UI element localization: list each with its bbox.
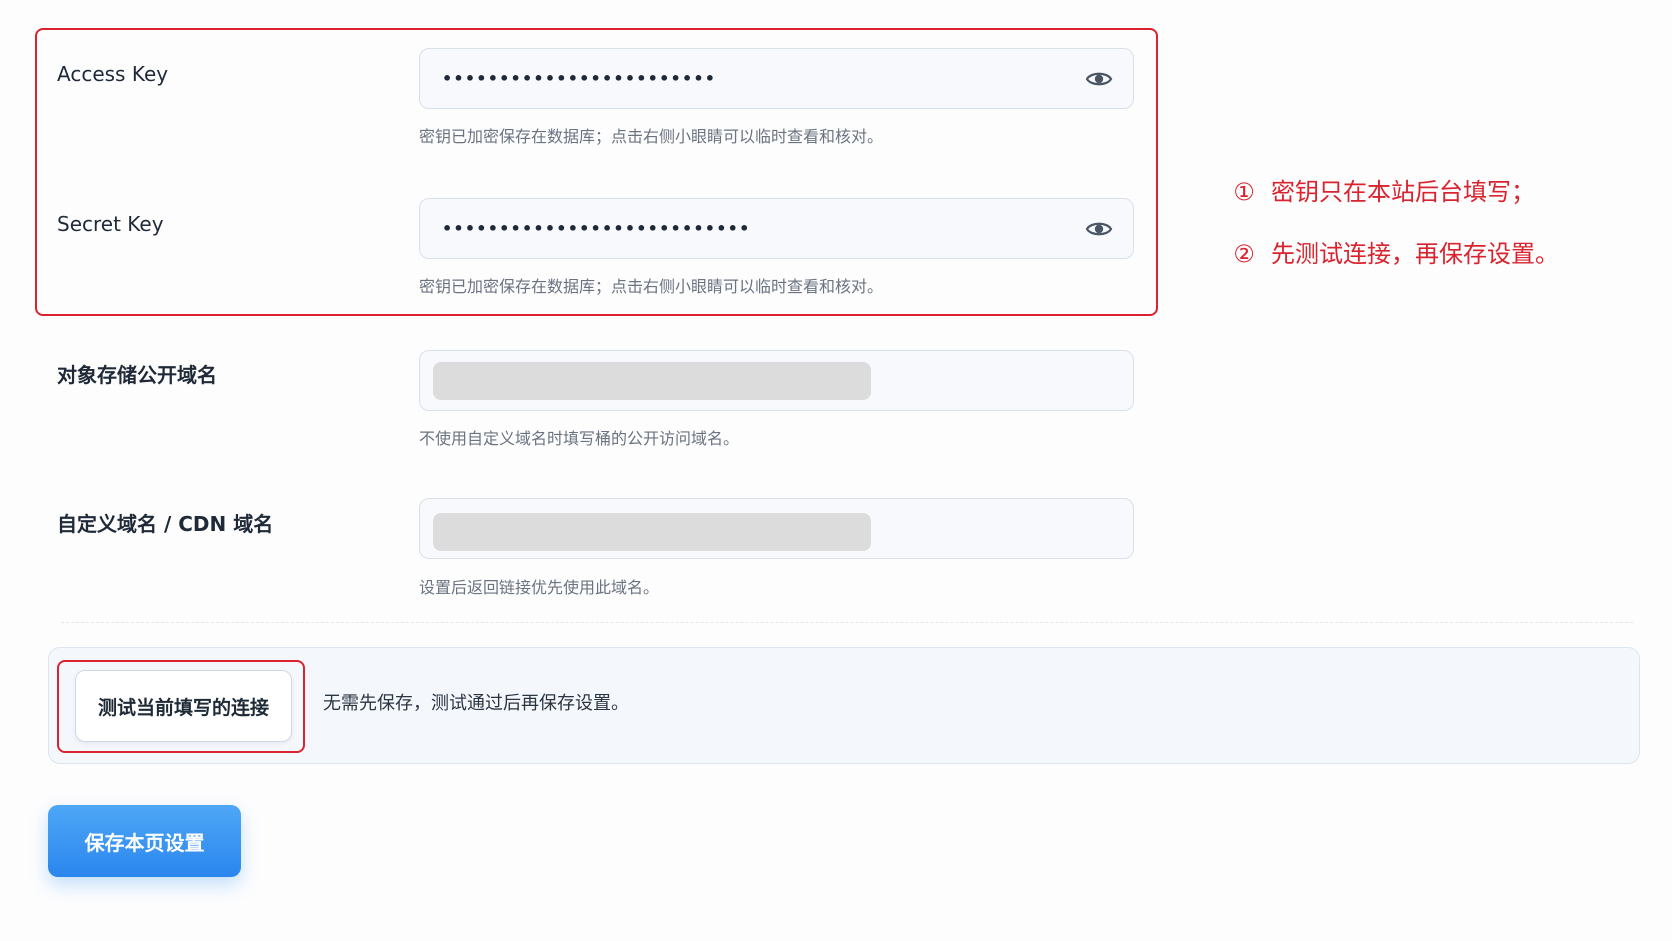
- access-key-label: Access Key: [57, 62, 169, 86]
- redacted-value-bar: [433, 513, 871, 551]
- annotation-2: ② 先测试连接，再保存设置。: [1229, 238, 1559, 270]
- annotation-text: 先测试连接，再保存设置。: [1271, 240, 1559, 268]
- access-key-input[interactable]: ••••••••••••••••••••••••: [419, 48, 1134, 109]
- save-settings-button[interactable]: 保存本页设置: [48, 805, 241, 877]
- secret-key-input[interactable]: •••••••••••••••••••••••••••: [419, 198, 1134, 259]
- annotation-text: 密钥只在本站后台填写；: [1271, 178, 1535, 206]
- secret-key-hint: 密钥已加密保存在数据库；点击右侧小眼睛可以临时查看和核对。: [419, 277, 884, 296]
- annotation-number: ②: [1233, 240, 1255, 268]
- eye-icon[interactable]: [1085, 67, 1113, 91]
- redacted-value-bar: [433, 362, 871, 400]
- test-connection-button[interactable]: 测试当前填写的连接: [75, 670, 292, 742]
- access-key-hint: 密钥已加密保存在数据库；点击右侧小眼睛可以临时查看和核对。: [419, 127, 884, 146]
- public-domain-label: 对象存储公开域名: [57, 363, 217, 387]
- secret-key-label: Secret Key: [57, 212, 164, 236]
- annotation-number: ①: [1233, 178, 1255, 206]
- access-key-masked-value: ••••••••••••••••••••••••: [442, 69, 717, 88]
- eye-icon[interactable]: [1085, 217, 1113, 241]
- custom-domain-input[interactable]: [419, 498, 1134, 559]
- public-domain-input[interactable]: [419, 350, 1134, 411]
- section-divider: [61, 622, 1633, 623]
- custom-domain-hint: 设置后返回链接优先使用此域名。: [419, 578, 660, 597]
- public-domain-hint: 不使用自定义域名时填写桶的公开访问域名。: [419, 429, 740, 448]
- custom-domain-label: 自定义域名 / CDN 域名: [57, 512, 274, 536]
- annotation-1: ① 密钥只在本站后台填写；: [1229, 176, 1535, 208]
- secret-key-masked-value: •••••••••••••••••••••••••••: [442, 219, 751, 238]
- test-connection-note: 无需先保存，测试通过后再保存设置。: [323, 693, 629, 714]
